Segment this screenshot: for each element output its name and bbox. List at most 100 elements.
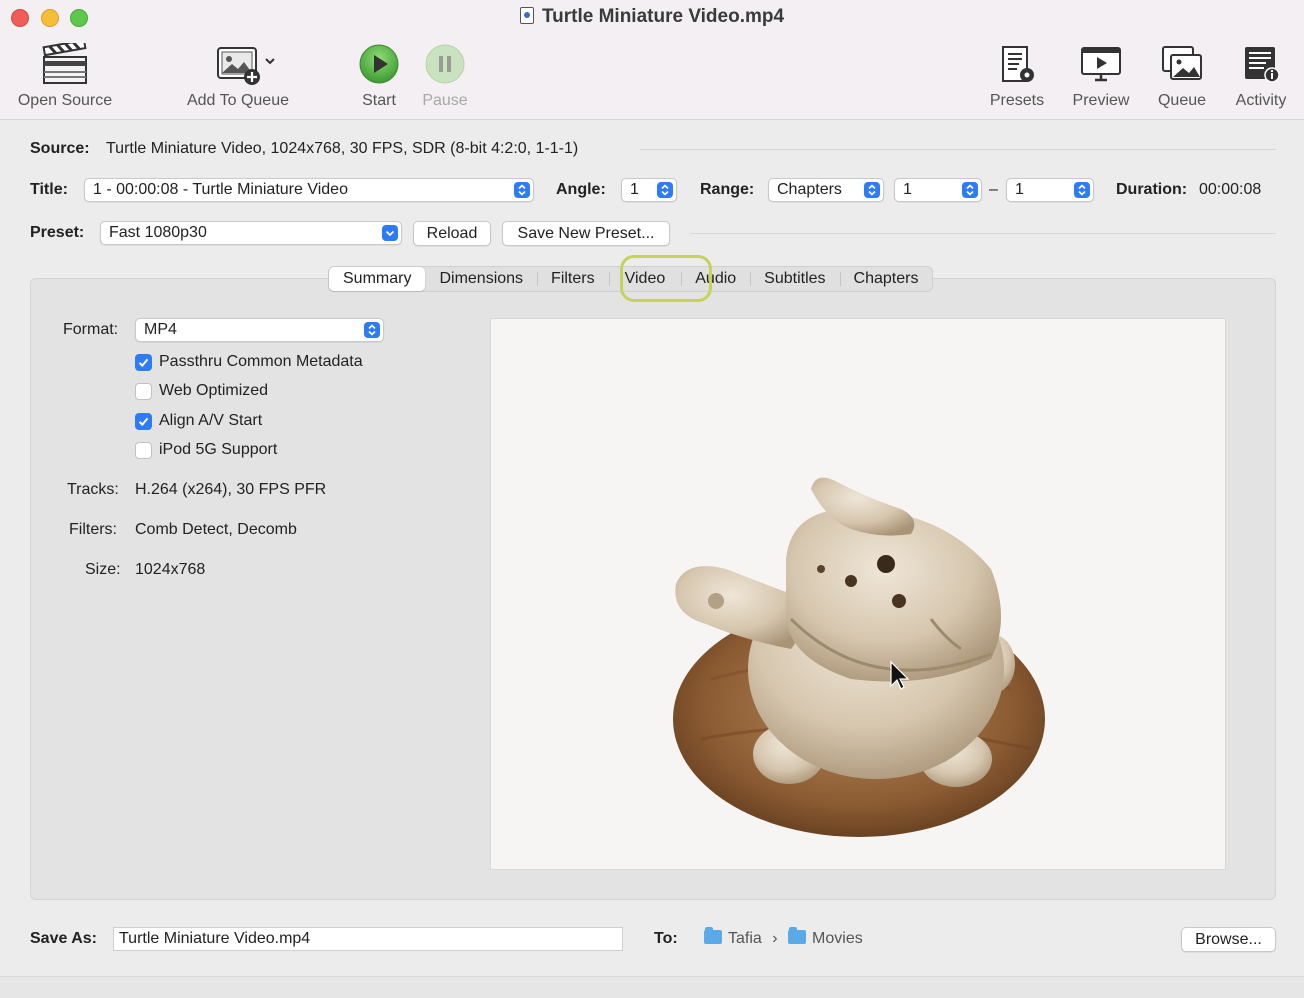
add-photo-icon (182, 40, 294, 88)
align-av-start-label: Align A/V Start (159, 412, 263, 429)
tracks-label: Tracks: (67, 481, 119, 498)
preset-label: Preset: (30, 224, 85, 241)
save-as-field[interactable]: Turtle Miniature Video.mp4 (113, 927, 623, 951)
checkmark-icon (135, 412, 152, 430)
checkmark-icon (135, 353, 152, 371)
open-source-label: Open Source (17, 92, 113, 109)
path-segment-movies: Movies (812, 930, 863, 947)
start-button[interactable]: Start (354, 40, 404, 110)
source-label: Source: (30, 140, 90, 157)
add-to-queue-label: Add To Queue (186, 92, 289, 109)
size-label: Size: (85, 561, 121, 578)
play-icon (354, 40, 404, 88)
angle-label: Angle: (556, 181, 606, 198)
filters-value: Comb Detect, Decomb (135, 521, 297, 538)
title-label: Title: (30, 181, 68, 198)
queue-stack-icon (1154, 40, 1210, 88)
turtle-figurine-image (673, 477, 1045, 837)
pause-icon (420, 40, 470, 88)
web-optimized-checkbox[interactable]: Web Optimized (135, 381, 268, 401)
filters-label: Filters: (69, 521, 117, 538)
tab-dimensions[interactable]: Dimensions (425, 267, 537, 291)
activity-log-icon (1230, 40, 1292, 88)
stepper-icon (657, 182, 673, 198)
size-value: 1024x768 (135, 561, 206, 578)
ipod-5g-support-label: iPod 5G Support (159, 441, 278, 458)
queue-button[interactable]: Queue (1154, 40, 1210, 110)
title-select-value: 1 - 00:00:08 - Turtle Miniature Video (93, 181, 348, 198)
window-title: Turtle Miniature Video.mp4 (0, 6, 1304, 28)
format-select[interactable]: MP4 (135, 318, 384, 342)
duration-value: 00:00:08 (1199, 181, 1262, 198)
pause-button[interactable]: Pause (420, 40, 470, 110)
presets-label: Presets (989, 92, 1045, 109)
stepper-icon (864, 182, 880, 198)
stepper-icon (962, 182, 978, 198)
tab-filters[interactable]: Filters (537, 267, 609, 291)
presets-icon (986, 40, 1048, 88)
folder-icon (788, 927, 807, 944)
destination-path[interactable]: Tafia › Movies (704, 927, 863, 948)
range-start-select[interactable]: 1 (894, 178, 982, 202)
preview-image (490, 318, 1226, 870)
tab-subtitles[interactable]: Subtitles (750, 267, 839, 291)
checkbox-empty-icon (135, 382, 152, 400)
align-av-start-checkbox[interactable]: Align A/V Start (135, 411, 262, 431)
range-start-value: 1 (903, 181, 912, 198)
save-as-label: Save As: (30, 930, 97, 947)
start-label: Start (362, 92, 396, 109)
source-divider (640, 149, 1276, 150)
presets-button[interactable]: Presets (986, 40, 1048, 110)
home-folder-icon (704, 927, 722, 944)
preset-select[interactable]: Fast 1080p30 (100, 221, 402, 245)
tab-audio[interactable]: Audio (681, 267, 750, 291)
duration-label: Duration: (1116, 181, 1188, 198)
range-type-select[interactable]: Chapters (768, 178, 884, 202)
tab-video[interactable]: Video (608, 267, 682, 291)
chevron-down-icon (382, 225, 398, 241)
handbrake-window: Turtle Miniature Video.mp4 Open Source A… (0, 0, 1304, 998)
tab-bar: Summary Dimensions Filters Video Audio S… (328, 266, 934, 292)
open-source-button[interactable]: Open Source (14, 40, 116, 110)
range-end-select[interactable]: 1 (1006, 178, 1094, 202)
to-label: To: (654, 930, 678, 947)
range-dash: – (989, 181, 998, 198)
browse-button[interactable]: Browse... (1181, 927, 1276, 952)
preset-divider (690, 233, 1276, 234)
activity-label: Activity (1235, 92, 1287, 109)
tab-chapters[interactable]: Chapters (839, 267, 933, 291)
document-icon (519, 7, 534, 24)
reload-button[interactable]: Reload (413, 221, 491, 246)
preview-button[interactable]: Preview (1068, 40, 1134, 110)
preset-select-value: Fast 1080p30 (109, 224, 207, 241)
window-title-text: Turtle Miniature Video.mp4 (541, 6, 785, 27)
passthru-metadata-checkbox[interactable]: Passthru Common Metadata (135, 352, 363, 372)
add-to-queue-button[interactable]: Add To Queue (182, 40, 294, 110)
save-new-preset-button[interactable]: Save New Preset... (502, 221, 670, 246)
range-type-value: Chapters (777, 181, 842, 198)
queue-label: Queue (1157, 92, 1207, 109)
title-select[interactable]: 1 - 00:00:08 - Turtle Miniature Video (84, 178, 534, 202)
clapperboard-icon (14, 40, 116, 88)
format-select-value: MP4 (144, 321, 177, 338)
monitor-play-icon (1068, 40, 1134, 88)
angle-select-value: 1 (630, 181, 639, 198)
angle-select[interactable]: 1 (621, 178, 677, 202)
path-segment-home: Tafia (728, 930, 762, 947)
passthru-metadata-label: Passthru Common Metadata (159, 353, 363, 370)
tracks-value: H.264 (x264), 30 FPS PFR (135, 481, 327, 498)
ipod-5g-support-checkbox[interactable]: iPod 5G Support (135, 440, 277, 460)
web-optimized-label: Web Optimized (159, 382, 269, 399)
toolbar-area: Turtle Miniature Video.mp4 Open Source A… (0, 0, 1304, 120)
range-label: Range: (700, 181, 755, 198)
pause-label: Pause (422, 92, 468, 109)
status-bar (0, 976, 1304, 998)
range-end-value: 1 (1015, 181, 1024, 198)
stepper-icon (1074, 182, 1090, 198)
path-separator: › (772, 930, 778, 947)
tab-summary[interactable]: Summary (329, 267, 426, 291)
activity-button[interactable]: Activity (1230, 40, 1292, 110)
format-label: Format: (63, 321, 119, 338)
preview-label: Preview (1072, 92, 1130, 109)
checkbox-empty-icon (135, 441, 152, 459)
